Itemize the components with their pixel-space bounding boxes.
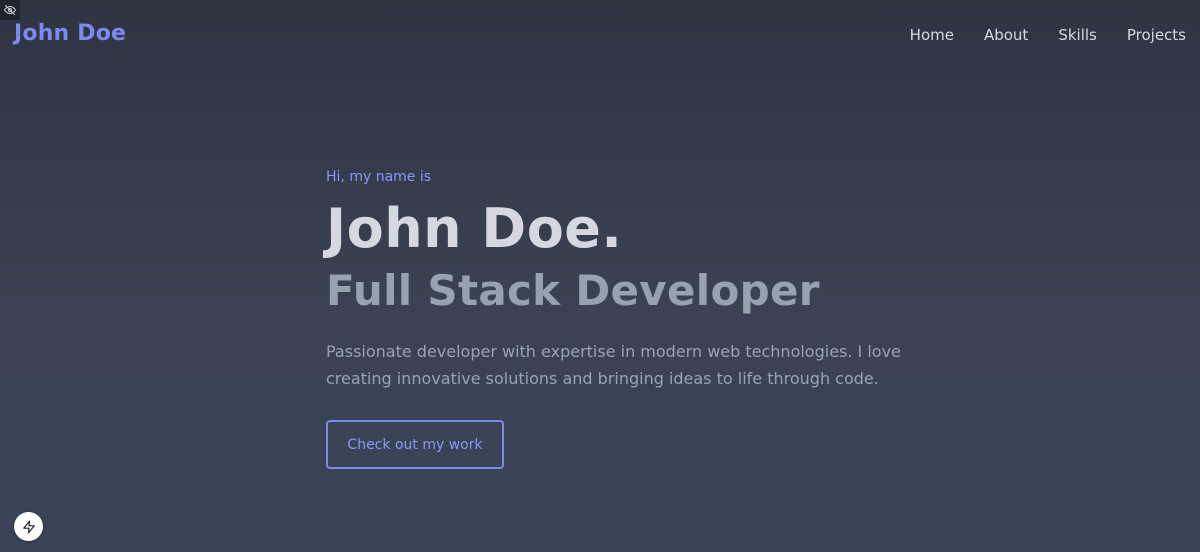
hero-description: Passionate developer with expertise in m…	[326, 342, 901, 388]
nav-link-skills[interactable]: Skills	[1058, 26, 1097, 44]
main-nav: Home About Skills Projects	[910, 26, 1186, 44]
nav-link-projects[interactable]: Projects	[1127, 26, 1186, 44]
nav-link-home[interactable]: Home	[910, 26, 954, 44]
eye-off-icon[interactable]	[0, 0, 20, 20]
hero-role: Full Stack Developer	[326, 266, 820, 315]
brand-logo-link[interactable]: John Doe	[14, 21, 126, 46]
lightning-bolt-icon[interactable]	[14, 512, 43, 541]
site-header: John Doe Home About Skills Projects	[0, 0, 1200, 72]
check-out-work-button[interactable]: Check out my work	[326, 420, 504, 469]
hero-section: Hi, my name is John Doe. Full Stack Deve…	[326, 166, 946, 469]
nav-link-about[interactable]: About	[984, 26, 1028, 44]
hero-greeting: Hi, my name is	[326, 169, 432, 185]
hero-name: John Doe.	[326, 197, 623, 260]
